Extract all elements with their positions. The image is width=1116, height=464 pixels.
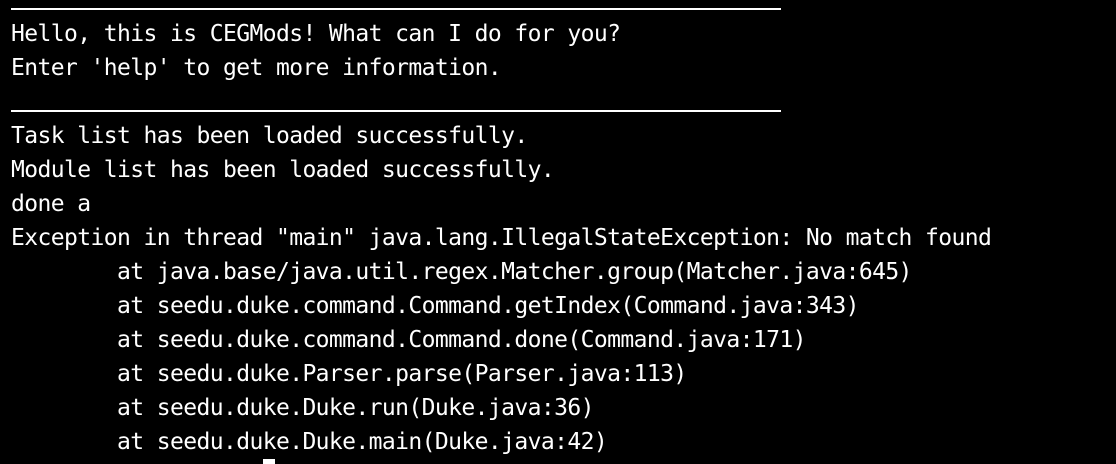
task-list-status: Task list has been loaded successfully. [11,123,528,149]
stack-trace-line: at seedu.duke.Duke.main(Duke.java:42) [11,429,608,455]
stack-trace-line: at seedu.duke.Parser.parse(Parser.java:1… [11,361,687,387]
help-hint: Enter 'help' to get more information. [11,55,502,81]
text-cursor [263,459,275,464]
divider-line [11,110,781,112]
user-command: done a [11,191,91,217]
terminal-window[interactable]: Hello, this is CEGMods! What can I do fo… [0,0,1116,464]
exception-message: Exception in thread "main" java.lang.Ill… [11,225,992,251]
module-list-status: Module list has been loaded successfully… [11,157,555,183]
stack-trace-line: at seedu.duke.Duke.run(Duke.java:36) [11,395,595,421]
divider-line [11,8,781,10]
stack-trace-line: at seedu.duke.command.Command.getIndex(C… [11,293,859,319]
welcome-message: Hello, this is CEGMods! What can I do fo… [11,21,621,47]
stack-trace-line: at seedu.duke.command.Command.done(Comma… [11,327,806,353]
stack-trace-line: at java.base/java.util.regex.Matcher.gro… [11,259,912,285]
